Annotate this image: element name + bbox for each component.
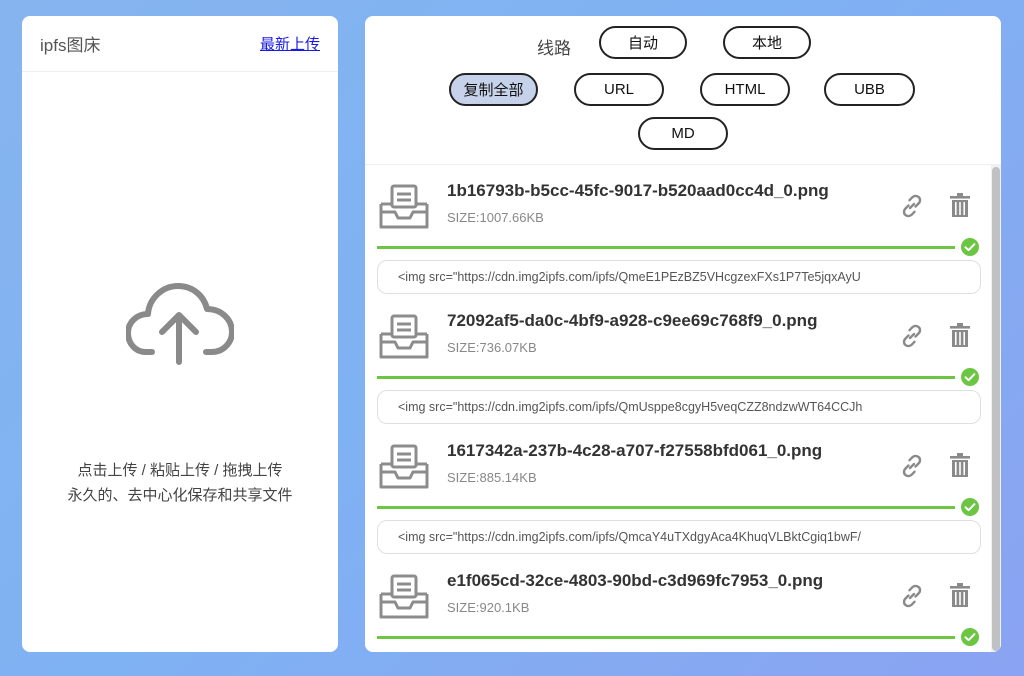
check-circle-icon [961,628,979,646]
inbox-icon [379,574,429,619]
link-icon[interactable] [899,583,925,609]
inbox-icon [379,314,429,359]
upload-progress-bar [377,376,955,379]
link-icon[interactable] [899,453,925,479]
upload-panel: ipfs图床 最新上传 点击上传 / 粘贴上传 / 拖拽上传 永久的、去中心化保… [22,16,338,652]
link-icon[interactable] [899,323,925,349]
format-url-button[interactable]: URL [574,73,664,106]
file-size: SIZE:885.14KB [447,470,537,485]
trash-icon[interactable] [949,322,971,348]
file-name: 72092af5-da0c-4bf9-a928-c9ee69c768f9_0.p… [447,311,818,330]
results-panel: 线路 自动 本地 复制全部 URL HTML UBB MD 1b16793b-b… [365,16,1001,652]
latest-uploads-link[interactable]: 最新上传 [260,33,320,54]
file-item: 1617342a-237b-4c28-a707-f27558bfd061_0.p… [365,425,991,555]
upload-progress-bar [377,246,955,249]
uploaded-file-list: 1b16793b-b5cc-45fc-9017-b520aad0cc4d_0.p… [365,164,1001,652]
route-local-button[interactable]: 本地 [723,26,811,59]
upload-dropzone[interactable]: 点击上传 / 粘贴上传 / 拖拽上传 永久的、去中心化保存和共享文件 [22,72,338,652]
file-size: SIZE:920.1KB [447,600,530,615]
check-circle-icon [961,238,979,256]
scrollbar-thumb[interactable] [992,167,1000,651]
app-title: ipfs图床 [40,36,101,55]
upload-instructions: 点击上传 / 粘贴上传 / 拖拽上传 永久的、去中心化保存和共享文件 [22,458,338,508]
trash-icon[interactable] [949,192,971,218]
inbox-icon [379,444,429,489]
file-name: 1617342a-237b-4c28-a707-f27558bfd061_0.p… [447,441,823,460]
file-item: e1f065cd-32ce-4803-90bd-c3d969fc7953_0.p… [365,555,991,652]
inbox-icon [379,184,429,229]
link-icon[interactable] [899,193,925,219]
scrollbar[interactable] [991,165,1001,652]
upload-tagline-text: 永久的、去中心化保存和共享文件 [67,487,293,504]
check-circle-icon [961,498,979,516]
file-size: SIZE:736.07KB [447,340,537,355]
format-html-button[interactable]: HTML [700,73,790,106]
route-label: 线路 [537,39,571,58]
route-auto-button[interactable]: 自动 [599,26,687,59]
embed-code-field[interactable]: <img src="https://cdn.img2ipfs.com/ipfs/… [377,520,981,554]
format-ubb-button[interactable]: UBB [824,73,915,106]
trash-icon[interactable] [949,582,971,608]
embed-code-field[interactable]: <img src="https://cdn.img2ipfs.com/ipfs/… [377,260,981,294]
file-item: 1b16793b-b5cc-45fc-9017-b520aad0cc4d_0.p… [365,165,991,295]
embed-code-field[interactable]: <img src="https://cdn.img2ipfs.com/ipfs/… [377,390,981,424]
file-name: 1b16793b-b5cc-45fc-9017-b520aad0cc4d_0.p… [447,181,829,200]
file-item: 72092af5-da0c-4bf9-a928-c9ee69c768f9_0.p… [365,295,991,425]
format-md-button[interactable]: MD [638,117,728,150]
upload-methods-text: 点击上传 / 粘贴上传 / 拖拽上传 [77,462,283,479]
upload-progress-bar [377,506,955,509]
copy-all-button[interactable]: 复制全部 [449,73,538,106]
check-circle-icon [961,368,979,386]
upload-panel-header: ipfs图床 最新上传 [22,16,338,72]
upload-progress-bar [377,636,955,639]
trash-icon[interactable] [949,452,971,478]
file-name: e1f065cd-32ce-4803-90bd-c3d969fc7953_0.p… [447,571,824,590]
cloud-upload-icon [126,283,234,365]
file-size: SIZE:1007.66KB [447,210,544,225]
